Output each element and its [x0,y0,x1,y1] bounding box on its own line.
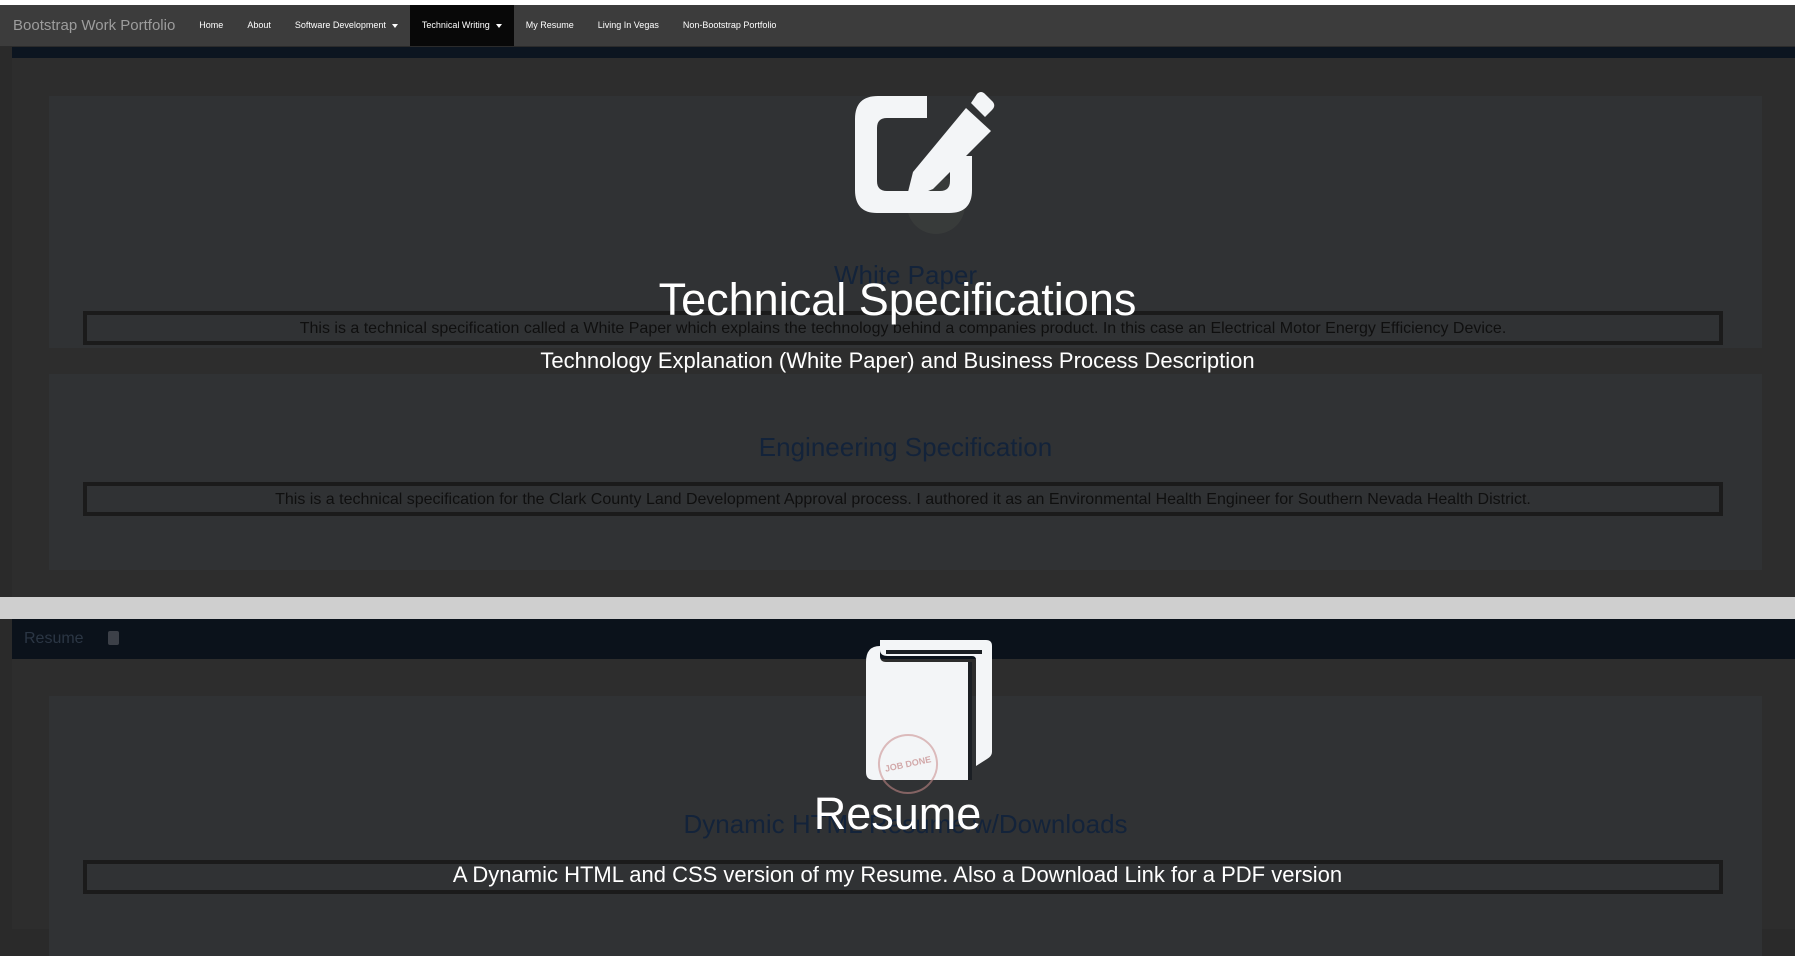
nav-item-label: Living In Vegas [597,20,659,30]
nav-item-software-development[interactable]: Software Development [283,5,410,46]
caret-down-icon [495,23,502,28]
nav-item-living-in-vegas[interactable]: Living In Vegas [586,5,671,46]
overlay-subtitle: Technology Explanation (White Paper) and… [540,348,1255,373]
nav-item-my-resume[interactable]: My Resume [514,5,586,46]
nav-item-label: My Resume [525,20,574,30]
caret-down-icon [391,23,398,28]
engineering-spec-card[interactable]: Engineering Specification This is a tech… [49,374,1762,570]
nav-item-non-bootstrap-portfolio[interactable]: Non-Bootstrap Portfolio [671,5,789,46]
edit-square-pencil-icon [855,92,995,213]
section-divider [0,597,1795,619]
nav-item-label: Non-Bootstrap Portfolio [682,20,777,30]
overlay-title: Technical Specifications [658,274,1137,325]
nav-item-technical-writing[interactable]: Technical Writing [409,5,514,46]
nav-item-label: Technical Writing [421,20,490,30]
nav-item-label: Home [199,20,224,30]
card-description: This is a technical specification for th… [83,482,1723,516]
section-header-bar [12,46,1795,58]
card-title: Engineering Specification [758,432,1053,462]
book-icon [107,631,119,645]
navbar-brand[interactable]: Bootstrap Work Portfolio [0,5,187,46]
top-navbar: Bootstrap Work Portfolio Home About Soft… [0,5,1795,47]
section-header-label: Resume [24,630,84,647]
nav-item-label: Software Development [294,20,386,30]
nav-item-about[interactable]: About [235,5,283,46]
nav-item-home[interactable]: Home [187,5,235,46]
overlay-title: Resume [813,788,982,839]
overlay-subtitle: A Dynamic HTML and CSS version of my Res… [452,862,1343,887]
nav-item-label: About [247,20,271,30]
